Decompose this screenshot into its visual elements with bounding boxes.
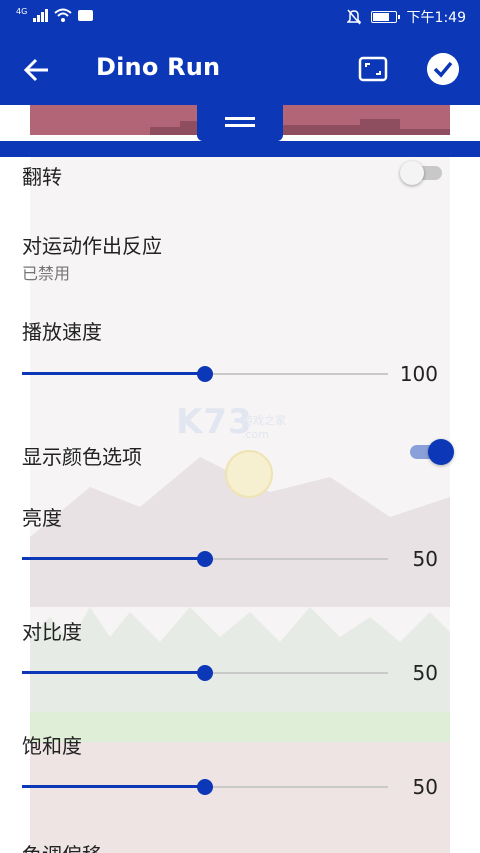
- arrow-left-icon[interactable]: [20, 53, 54, 87]
- saturation-value: 50: [412, 775, 438, 799]
- settings-panel: K73 游戏之家 .com 翻转 对运动作出反应 已禁用 播放速度 100 显示颜…: [0, 157, 480, 853]
- coin-image: [225, 450, 273, 498]
- slider-thumb[interactable]: [197, 551, 213, 567]
- flip-toggle[interactable]: [400, 160, 444, 186]
- contrast-slider[interactable]: [22, 663, 388, 683]
- mute-icon: [346, 9, 361, 25]
- mail-icon: [78, 9, 94, 21]
- status-bar: 4G 下午1:49: [0, 0, 480, 33]
- saturation-label: 饱和度: [22, 734, 82, 758]
- drag-handle[interactable]: [197, 105, 283, 141]
- speed-slider[interactable]: [22, 364, 388, 384]
- saturation-slider[interactable]: [22, 777, 388, 797]
- slider-thumb[interactable]: [197, 665, 213, 681]
- speed-value: 100: [399, 362, 438, 386]
- network-type-label: 4G: [16, 6, 28, 16]
- app-bar: Dino Run: [0, 33, 480, 105]
- hue-shift-label: 色调偏移: [22, 839, 102, 853]
- signal-icon: [33, 8, 49, 22]
- page-title: Dino Run: [96, 53, 221, 81]
- battery-icon: [370, 11, 400, 23]
- speed-label: 播放速度: [22, 320, 102, 344]
- brightness-value: 50: [412, 547, 438, 571]
- fit-screen-icon[interactable]: [356, 52, 390, 86]
- color-options-label: 显示颜色选项: [22, 445, 142, 469]
- watermark: K73 游戏之家 .com: [176, 402, 286, 442]
- motion-label[interactable]: 对运动作出反应: [22, 230, 162, 259]
- color-options-toggle[interactable]: [408, 438, 454, 466]
- contrast-value: 50: [412, 661, 438, 685]
- clock: 下午1:49: [406, 10, 466, 26]
- slider-thumb[interactable]: [197, 779, 213, 795]
- check-circle-icon[interactable]: [427, 53, 459, 85]
- flip-label: 翻转: [22, 165, 62, 189]
- panel-top-bar: [0, 141, 480, 157]
- contrast-label: 对比度: [22, 620, 82, 644]
- background-trees: [30, 607, 450, 712]
- motion-status: 已禁用: [22, 264, 71, 283]
- slider-thumb[interactable]: [197, 366, 213, 382]
- brightness-label: 亮度: [22, 506, 62, 530]
- background-grass: [30, 712, 450, 742]
- wifi-icon: [54, 8, 72, 22]
- brightness-slider[interactable]: [22, 549, 388, 569]
